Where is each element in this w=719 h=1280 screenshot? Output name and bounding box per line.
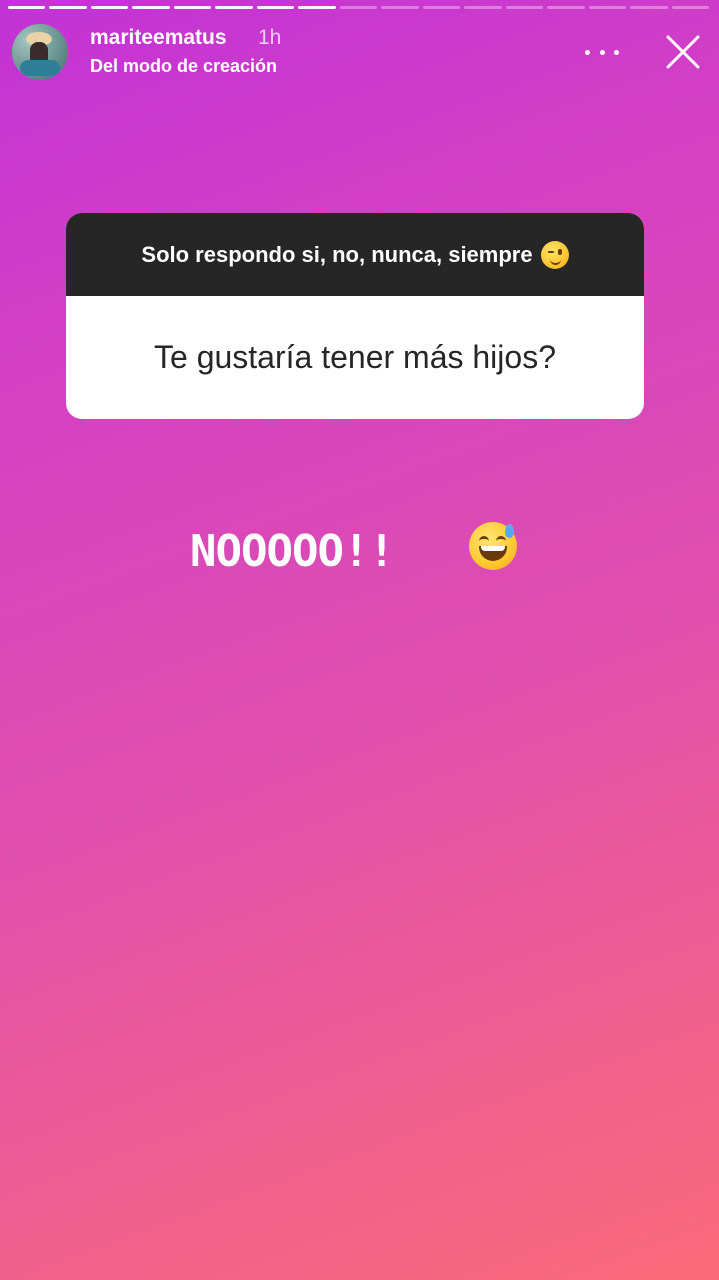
story-segment: [547, 6, 585, 9]
story-progress-bar: [8, 6, 709, 9]
creation-mode-label[interactable]: Del modo de creación: [90, 56, 277, 77]
story-segment: [630, 6, 668, 9]
username[interactable]: mariteematus: [90, 26, 227, 50]
story-segment: [215, 6, 253, 9]
close-icon: [666, 35, 700, 69]
story-segment: [339, 6, 378, 9]
story-segment: [422, 6, 461, 9]
question-text-area: Te gustaría tener más hijos?: [66, 296, 644, 419]
story-segment: [8, 6, 46, 9]
story-segment: [381, 6, 419, 9]
sticker-prompt: Solo respondo si, no, nunca, siempre: [141, 241, 533, 267]
close-button[interactable]: [663, 32, 703, 72]
answer-text: NOOOOO!!: [190, 526, 395, 577]
story-segment: [256, 6, 295, 9]
story-segment: [90, 6, 129, 9]
more-icon-dot: [614, 49, 619, 55]
post-time: 1h: [258, 26, 282, 49]
question-sticker: Solo respondo si, no, nunca, siempre Te …: [66, 213, 644, 419]
story-segment: [505, 6, 544, 9]
question-text: Te gustaría tener más hijos?: [154, 339, 556, 375]
story-segment: [173, 6, 212, 9]
story-header: mariteematus 1h Del modo de creación: [12, 24, 707, 82]
story-segment: [588, 6, 627, 9]
story-segment: [49, 6, 87, 9]
more-icon: [585, 49, 590, 55]
wink-emoji: [540, 240, 569, 269]
story-segment: [132, 6, 170, 9]
more-icon-dot: [599, 49, 605, 55]
story-segment: [671, 6, 709, 9]
story-segment: [464, 6, 502, 9]
grinning-sweat-emoji: [469, 522, 517, 570]
question-sticker-header: Solo respondo si, no, nunca, siempre: [66, 213, 644, 296]
avatar[interactable]: [12, 24, 68, 80]
answer-text-block: NOOOOO!!: [190, 520, 530, 580]
more-options-button[interactable]: [585, 38, 619, 66]
story-segment: [298, 6, 336, 9]
